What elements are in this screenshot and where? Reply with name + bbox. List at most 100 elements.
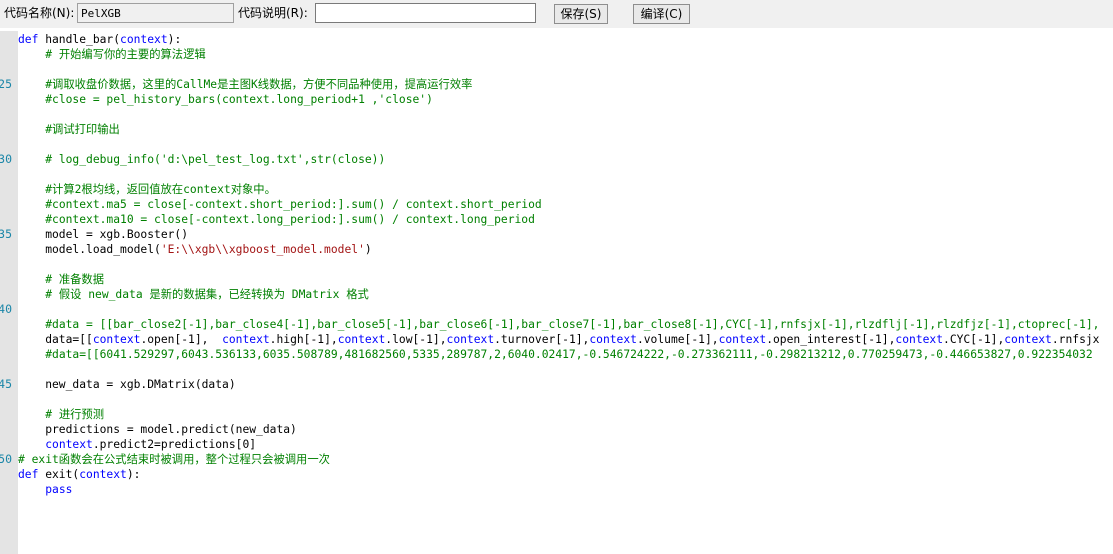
code-line: #close = pel_history_bars(context.long_p… [18,92,433,107]
code-name-input[interactable] [77,3,234,23]
code-token: exit( [38,468,80,481]
code-token: # log_debug_info('d:\pel_test_log.txt',s… [45,153,386,166]
code-token: model = xgb.Booster() [18,228,189,241]
code-token: #调取收盘价数据，这里的CallMe是主图K线数据，方便不同品种使用，提高运行效… [45,78,473,91]
code-token: def [18,468,39,481]
code-line: model = xgb.Booster() [18,227,188,242]
code-token: data=[[ [18,333,93,346]
code-token: context [222,333,270,346]
code-token: # 准备数据 [45,273,105,286]
code-area[interactable]: def handle_bar(context): # 开始编写你的主要的算法逻辑… [18,31,1113,554]
code-line: #调取收盘价数据，这里的CallMe是主图K线数据，方便不同品种使用，提高运行效… [18,77,472,92]
code-token: context [589,333,637,346]
code-line: #data=[[6041.529297,6043.536133,6035.508… [18,347,1093,362]
code-line: # log_debug_info('d:\pel_test_log.txt',s… [18,152,385,167]
line-number: 25 [0,77,12,91]
code-token: #data=[[6041.529297,6043.536133,6035.508… [45,348,1093,361]
code-token: context [1004,333,1052,346]
code-token: def [18,33,39,46]
line-number: 30 [0,152,12,166]
code-line: context.predict2=predictions[0] [18,437,256,452]
code-token: .low[-1], [385,333,447,346]
code-line: # 假设 new_data 是新的数据集，已经转换为 DMatrix 格式 [18,287,369,302]
code-line: model.load_model('E:\\xgb\\xgboost_model… [18,242,372,257]
code-token: #context.ma5 = close[-context.short_peri… [45,198,542,211]
code-token: .volume[-1], [636,333,719,346]
code-line: data=[[context.open[-1], context.high[-1… [18,332,1099,347]
line-number-gutter: 25 30 35 40 45 50 [0,31,18,554]
code-token: predictions = model.predict(new_data) [18,423,297,436]
code-token: ) [364,243,372,256]
code-token: context [895,333,944,346]
code-line: #data = [[bar_close2[-1],bar_close4[-1],… [18,317,1099,332]
code-line: #context.ma10 = close[-context.long_peri… [18,212,535,227]
code-token: .open[-1], [140,333,223,346]
code-token: context [120,33,168,46]
toolbar: 代码名称(N): 代码说明(R): 保存(S) 编译(C) [0,0,1113,28]
code-token: #计算2根均线，返回值放在context对象中。 [45,183,276,196]
code-token: context [337,333,386,346]
code-name-label: 代码名称(N): [4,6,75,20]
code-token: context [446,333,495,346]
code-token: # exit函数会在公式结束时被调用，整个过程只会被调用一次 [18,453,330,466]
code-token: handle_bar( [38,33,121,46]
code-token: .open_interest[-1], [766,333,896,346]
code-token: new_data = xgb.DMatrix(data) [18,378,236,391]
line-number: 35 [0,227,12,241]
compile-button[interactable]: 编译(C) [633,4,690,24]
code-token: context [718,333,767,346]
code-token: # 假设 new_data 是新的数据集，已经转换为 DMatrix 格式 [45,288,369,301]
line-number: 45 [0,377,12,391]
code-token: ): [167,33,182,46]
code-token: context [79,468,127,481]
code-line: predictions = model.predict(new_data) [18,422,297,437]
code-token: model.load_model( [18,243,161,256]
line-number: 50 [0,452,12,466]
code-token: .rnfsjx [1051,333,1100,346]
save-button[interactable]: 保存(S) [554,4,608,24]
code-line: #context.ma5 = close[-context.short_peri… [18,197,542,212]
code-token: pass [45,483,73,496]
code-description-label: 代码说明(R): [238,6,308,20]
code-token: ): [126,468,141,481]
code-token: # 开始编写你的主要的算法逻辑 [45,48,206,61]
code-token: .turnover[-1], [494,333,590,346]
code-token: .CYC[-1], [943,333,1005,346]
code-token: #data = [[bar_close2[-1],bar_close4[-1],… [45,318,1100,331]
code-token: # 进行预测 [45,408,105,421]
code-token: context [92,333,141,346]
code-line: # 开始编写你的主要的算法逻辑 [18,47,206,62]
code-token: 'E:\\xgb\\xgboost_model.model' [160,243,365,256]
code-line: def handle_bar(context): [18,32,181,47]
code-line: # exit函数会在公式结束时被调用，整个过程只会被调用一次 [18,452,330,467]
code-token: .high[-1], [269,333,338,346]
code-line: #调试打印输出 [18,122,120,137]
code-token: #close = pel_history_bars(context.long_p… [45,93,433,106]
code-line: pass [18,482,72,497]
code-line: def exit(context): [18,467,140,482]
code-token: context [45,438,93,451]
code-description-input[interactable] [315,3,536,23]
line-number: 40 [0,302,12,316]
code-line: #计算2根均线，返回值放在context对象中。 [18,182,276,197]
code-line: # 准备数据 [18,272,104,287]
code-line: new_data = xgb.DMatrix(data) [18,377,236,392]
code-token: #context.ma10 = close[-context.long_peri… [45,213,535,226]
code-line: # 进行预测 [18,407,104,422]
code-editor[interactable]: 25 30 35 40 45 50 def handle_bar(context): # … [0,31,1113,554]
code-token: .predict2=predictions[0] [92,438,257,451]
